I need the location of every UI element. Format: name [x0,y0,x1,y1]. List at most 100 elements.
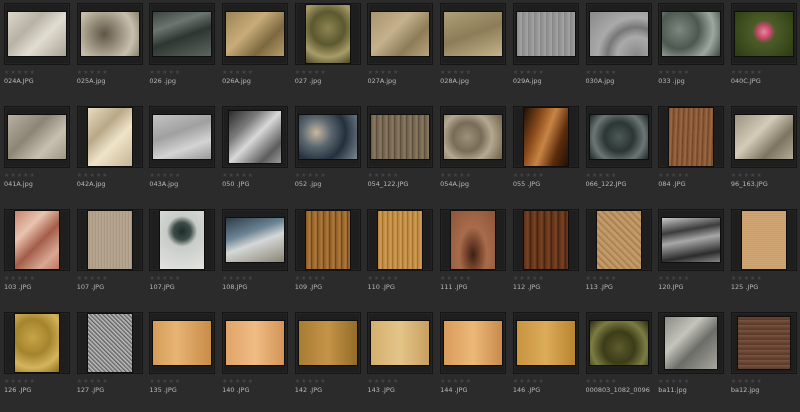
thumbnail-frame[interactable] [149,312,216,374]
thumbnail-image[interactable] [79,11,140,57]
star-rating[interactable]: ★★★★★ [658,378,723,385]
star-rating[interactable]: ★★★★★ [222,378,287,385]
thumbnail-image[interactable] [14,313,60,373]
thumbnail-frame[interactable] [222,3,289,65]
thumbnail-frame[interactable] [512,3,579,65]
thumbnail-cell[interactable]: ★★★★★ ba11.jpg [654,309,727,412]
thumbnail-image[interactable] [225,217,286,263]
thumbnail-frame[interactable] [585,106,652,168]
thumbnail-cell[interactable]: ★★★★★ 026A.jpg [218,0,291,103]
thumbnail-frame[interactable] [367,106,434,168]
star-rating[interactable]: ★★★★★ [149,172,214,179]
thumbnail-cell[interactable]: ★★★★★ 96_163.JPG [727,103,800,206]
thumbnail-image[interactable] [588,11,649,57]
thumbnail-cell[interactable]: ★★★★★ 027A.jpg [363,0,436,103]
star-rating[interactable]: ★★★★★ [4,378,69,385]
thumbnail-cell[interactable]: ★★★★★ 112 .JPG [509,206,582,309]
star-rating[interactable]: ★★★★★ [731,378,796,385]
thumbnail-image[interactable] [515,11,576,57]
star-rating[interactable]: ★★★★★ [149,69,214,76]
thumbnail-image[interactable] [668,107,715,167]
thumbnail-frame[interactable] [730,209,797,271]
thumbnail-cell[interactable]: ★★★★★ 030A.jpg [582,0,655,103]
thumbnail-image[interactable] [661,11,722,57]
thumbnail-image[interactable] [86,313,133,373]
thumbnail-frame[interactable] [4,312,70,374]
star-rating[interactable]: ★★★★★ [367,378,432,385]
thumbnail-frame[interactable] [512,312,579,374]
star-rating[interactable]: ★★★★★ [4,275,69,282]
thumbnail-cell[interactable]: ★★★★★ 025A.jpg [73,0,146,103]
star-rating[interactable]: ★★★★★ [222,275,287,282]
thumbnail-image[interactable] [228,110,283,164]
thumbnail-frame[interactable] [222,209,289,271]
thumbnail-frame[interactable] [76,3,143,65]
thumbnail-cell[interactable]: ★★★★★ 054_122.JPG [363,103,436,206]
thumbnail-cell[interactable]: ★★★★★ 108.JPG [218,206,291,309]
thumbnail-frame[interactable] [149,3,216,65]
thumbnail-cell[interactable]: ★★★★★ 040C.JPG [727,0,800,103]
thumbnail-frame[interactable] [440,3,507,65]
star-rating[interactable]: ★★★★★ [440,378,505,385]
thumbnail-cell[interactable]: ★★★★★ 126 .JPG [0,309,73,412]
star-rating[interactable]: ★★★★★ [731,172,796,179]
thumbnail-image[interactable] [304,210,351,270]
star-rating[interactable]: ★★★★★ [222,172,287,179]
thumbnail-image[interactable] [225,320,286,366]
thumbnail-frame[interactable] [4,209,70,271]
thumbnail-cell[interactable]: ★★★★★ 109 .JPG [291,206,364,309]
thumbnail-cell[interactable]: ★★★★★ 127 .JPG [73,309,146,412]
thumbnail-frame[interactable] [367,312,434,374]
star-rating[interactable]: ★★★★★ [295,378,360,385]
thumbnail-frame[interactable] [367,3,434,65]
thumbnail-image[interactable] [225,11,286,57]
thumbnail-cell[interactable]: ★★★★★ 033 .jpg [654,0,727,103]
thumbnail-frame[interactable] [294,3,361,65]
thumbnail-image[interactable] [86,107,133,167]
thumbnail-image[interactable] [14,210,60,270]
star-rating[interactable]: ★★★★★ [440,275,505,282]
thumbnail-frame[interactable] [585,312,652,374]
thumbnail-image[interactable] [297,320,358,366]
thumbnail-cell[interactable]: ★★★★★ 052 .jpg [291,103,364,206]
thumbnail-frame[interactable] [730,106,797,168]
star-rating[interactable]: ★★★★★ [77,69,142,76]
thumbnail-frame[interactable] [294,209,361,271]
thumbnail-cell[interactable]: ★★★★★ 140 .JPG [218,309,291,412]
star-rating[interactable]: ★★★★★ [77,172,142,179]
thumbnail-frame[interactable] [585,3,652,65]
thumbnail-cell[interactable]: ★★★★★ 066_122.JPG [582,103,655,206]
thumbnail-image[interactable] [304,4,351,64]
thumbnail-image[interactable] [515,320,576,366]
star-rating[interactable]: ★★★★★ [4,172,69,179]
thumbnail-cell[interactable]: ★★★★★ 043A.jpg [145,103,218,206]
star-rating[interactable]: ★★★★★ [295,275,360,282]
thumbnail-cell[interactable]: ★★★★★ 110 .JPG [363,206,436,309]
thumbnail-frame[interactable] [367,209,434,271]
star-rating[interactable]: ★★★★★ [513,172,578,179]
thumbnail-image[interactable] [370,11,431,57]
thumbnail-frame[interactable] [512,106,579,168]
thumbnail-image[interactable] [522,210,569,270]
thumbnail-cell[interactable]: ★★★★★ 055 .JPG [509,103,582,206]
thumbnail-image[interactable] [736,316,791,370]
thumbnail-frame[interactable] [658,312,725,374]
thumbnail-image[interactable] [664,316,719,370]
thumbnail-frame[interactable] [440,106,507,168]
thumbnail-frame[interactable] [222,312,289,374]
thumbnail-cell[interactable]: ★★★★★ 107.JPG [145,206,218,309]
thumbnail-image[interactable] [733,114,794,160]
thumbnail-image[interactable] [740,210,787,270]
star-rating[interactable]: ★★★★★ [731,69,796,76]
thumbnail-cell[interactable]: ★★★★★ 024A.JPG [0,0,73,103]
thumbnail-image[interactable] [733,11,794,57]
thumbnail-frame[interactable] [4,106,70,168]
thumbnail-image[interactable] [297,114,358,160]
thumbnail-image[interactable] [86,210,133,270]
thumbnail-frame[interactable] [76,106,143,168]
star-rating[interactable]: ★★★★★ [658,69,723,76]
thumbnail-image[interactable] [152,114,213,160]
thumbnail-frame[interactable] [512,209,579,271]
thumbnail-cell[interactable]: ★★★★★ 029A.jpg [509,0,582,103]
star-rating[interactable]: ★★★★★ [367,69,432,76]
